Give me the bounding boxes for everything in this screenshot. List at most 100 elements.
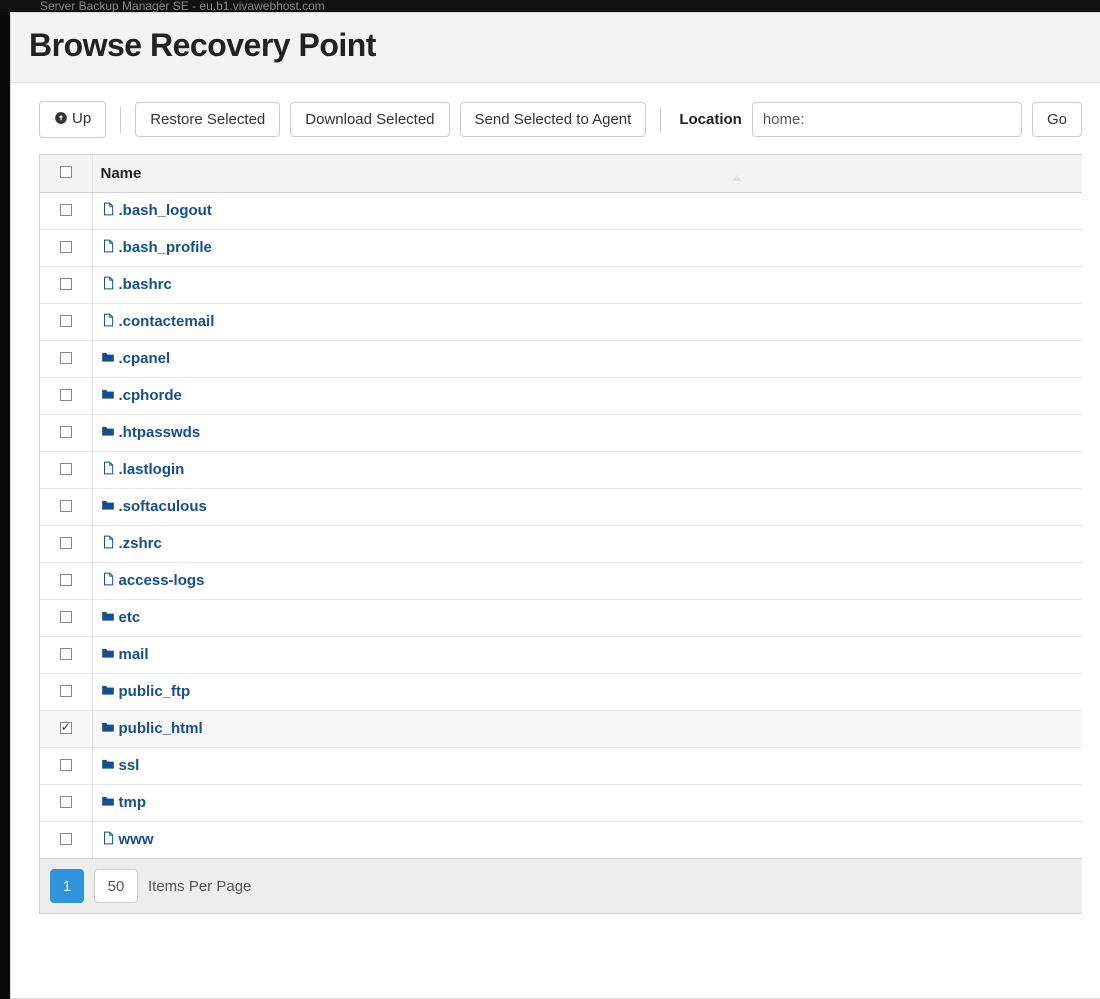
arrow-up-circle-icon [54, 111, 68, 129]
row-name-cell: public_ftp [92, 674, 1082, 711]
row-checkbox-cell[interactable] [40, 452, 92, 489]
item-name: .softaculous [119, 498, 207, 515]
item-name: access-logs [119, 572, 205, 589]
row-checkbox-cell[interactable] [40, 489, 92, 526]
file-link[interactable]: .bashrc [101, 276, 172, 293]
row-name-cell: .cpanel [92, 341, 1082, 378]
checkbox-icon[interactable] [60, 648, 72, 660]
row-checkbox-cell[interactable] [40, 341, 92, 378]
row-checkbox-cell[interactable] [40, 193, 92, 230]
folder-icon [101, 498, 116, 516]
checkbox-icon[interactable] [60, 537, 72, 549]
file-link[interactable]: www [101, 831, 154, 848]
checkbox-icon[interactable] [60, 833, 72, 845]
item-name: .lastlogin [119, 461, 185, 478]
folder-icon [101, 350, 116, 368]
row-checkbox-cell[interactable] [40, 267, 92, 304]
folder-icon [101, 646, 116, 664]
table-row: www [40, 822, 1082, 859]
folder-icon [101, 720, 116, 738]
checkbox-icon[interactable] [60, 389, 72, 401]
folder-link[interactable]: ssl [101, 757, 140, 774]
header-select-all[interactable] [40, 155, 92, 193]
items-per-page-input[interactable] [94, 869, 138, 903]
checkbox-icon[interactable] [60, 166, 72, 178]
row-checkbox-cell[interactable] [40, 711, 92, 748]
checkbox-icon[interactable] [60, 722, 72, 734]
table-row: .contactemail [40, 304, 1082, 341]
file-link[interactable]: .contactemail [101, 313, 215, 330]
folder-link[interactable]: .cpanel [101, 350, 171, 367]
table-row: .bash_profile [40, 230, 1082, 267]
checkbox-icon[interactable] [60, 278, 72, 290]
folder-link[interactable]: etc [101, 609, 141, 626]
row-checkbox-cell[interactable] [40, 674, 92, 711]
row-name-cell: .bash_profile [92, 230, 1082, 267]
row-checkbox-cell[interactable] [40, 785, 92, 822]
table-row: .lastlogin [40, 452, 1082, 489]
download-selected-button[interactable]: Download Selected [290, 102, 449, 137]
folder-link[interactable]: .cphorde [101, 387, 182, 404]
folder-icon [101, 794, 116, 812]
page-title: Browse Recovery Point [29, 27, 1082, 64]
header-name[interactable]: Name [92, 155, 1082, 193]
checkbox-icon[interactable] [60, 463, 72, 475]
checkbox-icon[interactable] [60, 241, 72, 253]
checkbox-icon[interactable] [60, 204, 72, 216]
file-icon [101, 313, 116, 331]
row-name-cell: .zshrc [92, 526, 1082, 563]
row-checkbox-cell[interactable] [40, 563, 92, 600]
title-bar: Browse Recovery Point [11, 13, 1100, 83]
file-link[interactable]: access-logs [101, 572, 205, 589]
page-1-button[interactable]: 1 [50, 869, 84, 903]
table-row: .cphorde [40, 378, 1082, 415]
row-checkbox-cell[interactable] [40, 822, 92, 859]
folder-link[interactable]: mail [101, 646, 149, 663]
row-name-cell: .bashrc [92, 267, 1082, 304]
file-table: Name .bash_logout .bash_profile .bashrc .co… [40, 155, 1082, 858]
table-row: access-logs [40, 563, 1082, 600]
row-checkbox-cell[interactable] [40, 378, 92, 415]
checkbox-icon[interactable] [60, 352, 72, 364]
go-button[interactable]: Go [1032, 102, 1082, 137]
checkbox-icon[interactable] [60, 574, 72, 586]
folder-icon [101, 424, 116, 442]
table-row: .zshrc [40, 526, 1082, 563]
folder-link[interactable]: public_ftp [101, 683, 191, 700]
item-name: public_html [119, 720, 203, 737]
file-link[interactable]: .zshrc [101, 535, 162, 552]
location-input[interactable] [752, 102, 1022, 137]
restore-selected-button[interactable]: Restore Selected [135, 102, 280, 137]
checkbox-icon[interactable] [60, 685, 72, 697]
toolbar-divider [660, 107, 661, 133]
file-link[interactable]: .bash_logout [101, 202, 212, 219]
checkbox-icon[interactable] [60, 611, 72, 623]
checkbox-icon[interactable] [60, 759, 72, 771]
row-checkbox-cell[interactable] [40, 748, 92, 785]
up-button[interactable]: Up [39, 101, 106, 138]
folder-link[interactable]: .softaculous [101, 498, 207, 515]
folder-link[interactable]: tmp [101, 794, 147, 811]
row-name-cell: .contactemail [92, 304, 1082, 341]
row-checkbox-cell[interactable] [40, 526, 92, 563]
file-link[interactable]: .bash_profile [101, 239, 212, 256]
row-checkbox-cell[interactable] [40, 415, 92, 452]
file-icon [101, 461, 116, 479]
row-checkbox-cell[interactable] [40, 637, 92, 674]
checkbox-icon[interactable] [60, 500, 72, 512]
row-checkbox-cell[interactable] [40, 600, 92, 637]
row-name-cell: ssl [92, 748, 1082, 785]
row-checkbox-cell[interactable] [40, 304, 92, 341]
folder-icon [101, 609, 116, 627]
file-link[interactable]: .lastlogin [101, 461, 185, 478]
item-name: etc [119, 609, 141, 626]
folder-link[interactable]: .htpasswds [101, 424, 201, 441]
checkbox-icon[interactable] [60, 426, 72, 438]
folder-link[interactable]: public_html [101, 720, 203, 737]
table-row: .cpanel [40, 341, 1082, 378]
checkbox-icon[interactable] [60, 315, 72, 327]
row-checkbox-cell[interactable] [40, 230, 92, 267]
checkbox-icon[interactable] [60, 796, 72, 808]
send-to-agent-button[interactable]: Send Selected to Agent [460, 102, 647, 137]
item-name: .zshrc [119, 535, 162, 552]
